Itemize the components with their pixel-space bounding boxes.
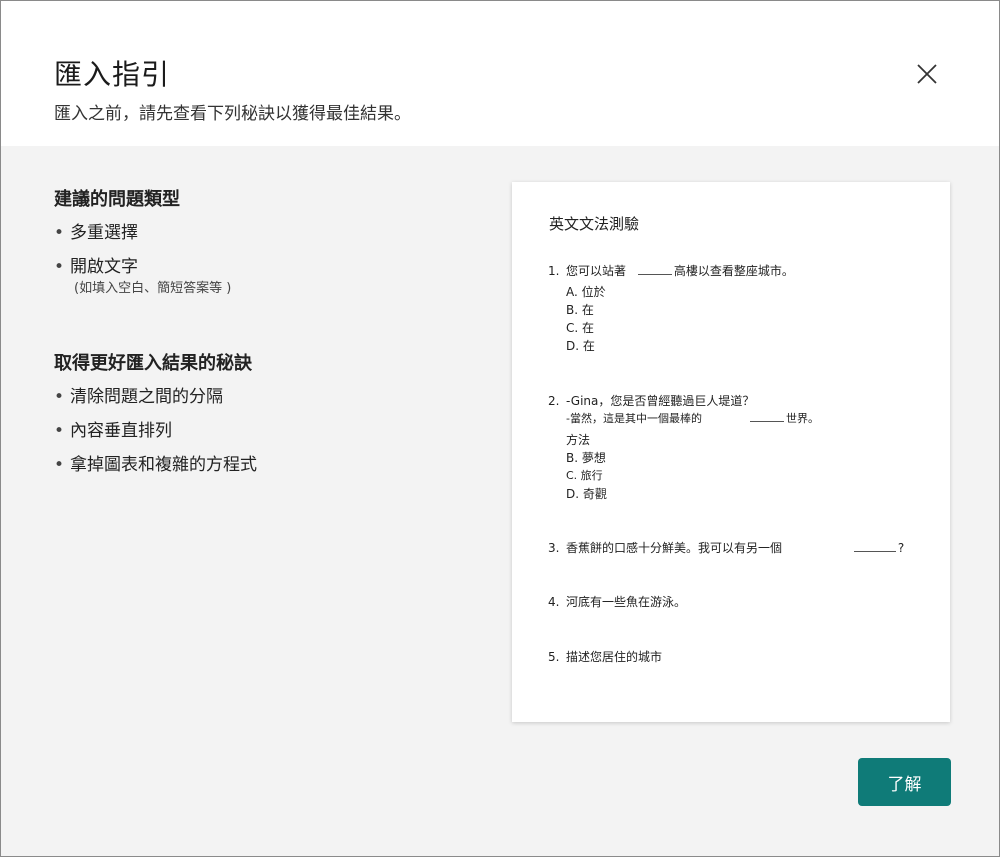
question-4: 4. 河底有一些魚在游泳。 [548,595,687,609]
question-5: 5. 描述您居住的城市 [548,650,663,664]
preview-title: 英文文法測驗 [549,215,640,233]
dialog-subtitle: 匯入之前，請先查看下列秘訣以獲得最佳結果。 [54,104,411,124]
close-icon [917,64,937,84]
option: D. 奇觀 [566,487,607,501]
option: 方法 [566,433,591,447]
question-2: 2. -Gina，您是否曾經聽過巨人堤道？ [548,394,755,408]
tips-section: 取得更好匯入結果的秘訣 清除問題之間的分隔 內容垂直排列 拿掉圖表和複雜的方程式 [54,349,454,477]
list-item: 開啟文字 (如填入空白、簡短答案等 ) [54,255,454,299]
list-item-label: 開啟文字 [70,257,138,277]
question-2-line2: -當然，這是其中一個最棒的 世界。 [566,409,819,428]
option: C. 旅行 [566,469,603,482]
got-it-button[interactable]: 了解 [858,758,951,806]
sample-document-preview: 英文文法測驗 1. 您可以站著 高樓以查看整座城市。 A. 位於 B. 在 C. … [512,182,950,722]
tips-title: 取得更好匯入結果的秘訣 [54,353,252,374]
option: A. 位於 [566,285,606,299]
option: C. 在 [566,321,595,335]
list-item: 內容垂直排列 [54,419,454,443]
import-guidance-dialog: 匯入指引 匯入之前，請先查看下列秘訣以獲得最佳結果。 建議的問題類型 多重選擇 … [0,0,1000,857]
suggested-types-list: 多重選擇 開啟文字 (如填入空白、簡短答案等 ) [54,221,454,299]
suggested-types-title: 建議的問題類型 [54,189,180,210]
close-button[interactable] [909,56,945,92]
tips-list: 清除問題之間的分隔 內容垂直排列 拿掉圖表和複雜的方程式 [54,385,454,477]
list-item: 清除問題之間的分隔 [54,385,454,409]
blank-line [637,262,672,275]
option: B. 夢想 [566,451,606,465]
option: D. 在 [566,339,595,353]
dialog-header: 匯入指引 匯入之前，請先查看下列秘訣以獲得最佳結果。 [1,1,999,146]
blank-line [853,539,896,552]
open-text-note: (如填入空白、簡短答案等 ) [74,281,232,296]
list-item: 拿掉圖表和複雜的方程式 [54,453,454,477]
tips-panel: 建議的問題類型 多重選擇 開啟文字 (如填入空白、簡短答案等 ) 取得更好匯入結果… [54,185,454,487]
list-item: 多重選擇 [54,221,454,245]
question-3: 3. 香蕉餅的口感十分鮮美。我可以有另一個 ? [548,539,905,555]
question-1: 1. 您可以站著 高樓以查看整座城市。 [548,262,794,278]
blank-line [749,409,784,422]
option: B. 在 [566,303,594,317]
dialog-title: 匯入指引 [54,58,171,91]
